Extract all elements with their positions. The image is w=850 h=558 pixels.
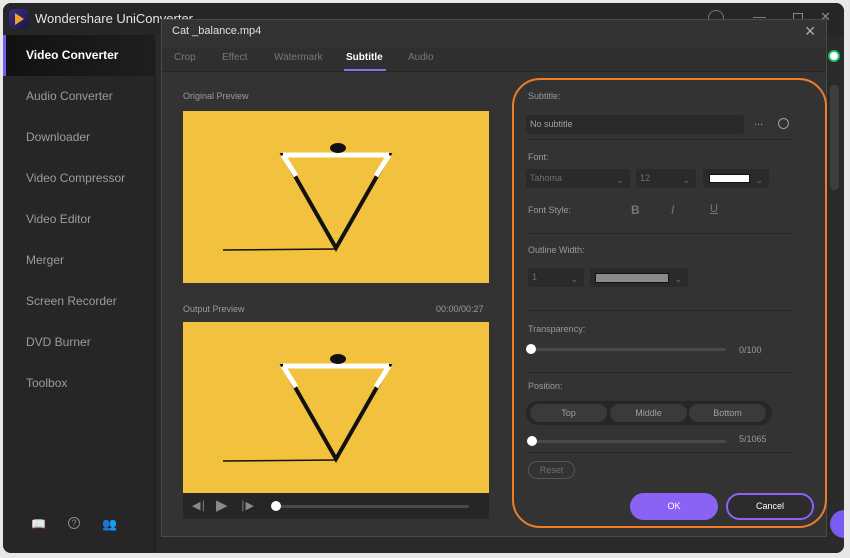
- tab-effect[interactable]: Effect: [222, 52, 247, 63]
- outline-width-label: Outline Width:: [528, 245, 585, 255]
- tab-bar: Crop Effect Watermark Subtitle Audio: [162, 48, 826, 72]
- ok-button[interactable]: OK: [630, 493, 718, 520]
- outline-color-select[interactable]: ⌄: [590, 268, 688, 287]
- subtitle-settings-panel: Subtitle: No subtitle ... Font: Tahoma ⌄ …: [512, 78, 827, 528]
- app-logo-icon: [9, 9, 29, 29]
- font-color-swatch: [709, 174, 750, 183]
- tab-watermark[interactable]: Watermark: [274, 52, 323, 63]
- font-size-select[interactable]: 12 ⌄: [636, 169, 696, 188]
- toggle-switch[interactable]: [828, 50, 840, 62]
- sidebar-item-audio-converter[interactable]: Audio Converter: [3, 76, 154, 117]
- font-style-label: Font Style:: [528, 205, 572, 215]
- font-family-select[interactable]: Tahoma ⌄: [526, 169, 630, 188]
- preview-graphic: [222, 354, 393, 464]
- position-middle-button[interactable]: Middle: [610, 404, 687, 422]
- position-segmented-control: Top Middle Bottom: [526, 401, 772, 425]
- sidebar-item-dvd-burner[interactable]: DVD Burner: [3, 322, 154, 363]
- sidebar-item-merger[interactable]: Merger: [3, 240, 154, 281]
- output-preview: [183, 322, 489, 494]
- divider: [528, 452, 794, 453]
- dialog-close-icon[interactable]: ✕: [804, 23, 816, 40]
- chevron-down-icon: ⌄: [674, 274, 682, 284]
- outline-width-value: 1: [532, 272, 538, 282]
- reset-button[interactable]: Reset: [528, 461, 575, 479]
- scrollbar[interactable]: [830, 85, 839, 190]
- sidebar-footer: 📖 ? 👥: [31, 517, 117, 531]
- outline-color-swatch: [595, 273, 669, 283]
- position-top-button[interactable]: Top: [530, 404, 607, 422]
- active-tab-indicator: [344, 69, 386, 71]
- font-size-value: 12: [640, 173, 651, 183]
- divider: [528, 310, 794, 311]
- dialog-title: Cat _balance.mp4: [172, 25, 262, 37]
- search-icon[interactable]: [778, 118, 789, 129]
- position-slider[interactable]: [530, 440, 726, 443]
- divider: [528, 372, 794, 373]
- sidebar-item-video-compressor[interactable]: Video Compressor: [3, 158, 154, 199]
- seek-bar[interactable]: [273, 505, 469, 508]
- font-color-select[interactable]: ⌄: [703, 169, 769, 188]
- position-value: 5/1065: [739, 434, 767, 444]
- bold-button[interactable]: B: [631, 203, 640, 217]
- chevron-down-icon: ⌄: [570, 274, 578, 284]
- cancel-button[interactable]: Cancel: [726, 493, 814, 520]
- tab-crop[interactable]: Crop: [174, 52, 196, 63]
- sidebar-item-video-editor[interactable]: Video Editor: [3, 199, 154, 240]
- play-icon[interactable]: ▶: [216, 496, 228, 514]
- seek-handle[interactable]: [271, 501, 281, 511]
- font-label: Font:: [528, 152, 549, 162]
- convert-button[interactable]: [830, 510, 844, 538]
- transparency-slider[interactable]: [530, 348, 726, 351]
- preview-graphic: [222, 143, 393, 253]
- transparency-label: Transparency:: [528, 324, 586, 334]
- tab-audio[interactable]: Audio: [408, 52, 434, 63]
- transparency-slider-handle[interactable]: [526, 344, 536, 354]
- divider: [528, 139, 794, 140]
- book-icon[interactable]: 📖: [31, 517, 46, 531]
- divider: [528, 233, 794, 234]
- original-preview-label: Original Preview: [183, 91, 249, 101]
- playback-controls: ◀∣ ▶ ∣▶: [183, 493, 489, 519]
- outline-width-select[interactable]: 1 ⌄: [528, 268, 584, 287]
- sidebar-item-toolbox[interactable]: Toolbox: [3, 363, 154, 404]
- output-preview-label: Output Preview: [183, 304, 245, 314]
- subtitle-label: Subtitle:: [528, 91, 561, 101]
- tab-subtitle[interactable]: Subtitle: [346, 52, 383, 63]
- more-options-icon[interactable]: ...: [754, 116, 763, 128]
- sidebar-item-screen-recorder[interactable]: Screen Recorder: [3, 281, 154, 322]
- position-bottom-button[interactable]: Bottom: [689, 404, 766, 422]
- position-label: Position:: [528, 381, 563, 391]
- chevron-down-icon: ⌄: [755, 175, 763, 185]
- sidebar-item-downloader[interactable]: Downloader: [3, 117, 154, 158]
- sidebar-item-video-converter[interactable]: Video Converter: [3, 35, 154, 76]
- subtitle-select[interactable]: No subtitle: [526, 115, 744, 134]
- previous-frame-icon[interactable]: ◀∣: [192, 499, 206, 512]
- edit-dialog: Cat _balance.mp4 ✕ Crop Effect Watermark…: [161, 19, 827, 537]
- position-slider-handle[interactable]: [527, 436, 537, 446]
- timecode: 00:00/00:27: [436, 304, 484, 314]
- font-family-value: Tahoma: [530, 173, 563, 183]
- transparency-value: 0/100: [739, 345, 762, 355]
- sidebar: Video Converter Audio Converter Download…: [3, 35, 155, 553]
- underline-button[interactable]: U: [710, 203, 718, 215]
- chevron-down-icon: ⌄: [616, 175, 624, 185]
- help-icon[interactable]: ?: [67, 517, 80, 529]
- original-preview: [183, 111, 489, 283]
- italic-button[interactable]: I: [671, 203, 674, 217]
- user-icon[interactable]: 👥: [102, 517, 117, 531]
- next-frame-icon[interactable]: ∣▶: [240, 499, 254, 512]
- chevron-down-icon: ⌄: [682, 175, 690, 185]
